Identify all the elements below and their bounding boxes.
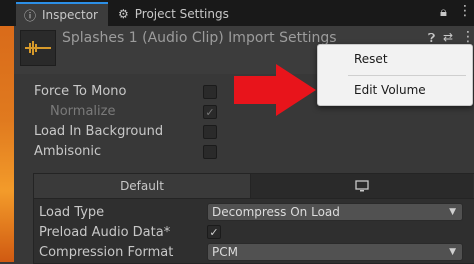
chevron-down-icon: ▼ [449, 207, 456, 217]
compression-format-value: PCM [212, 245, 238, 259]
menu-item-edit-volume[interactable]: Edit Volume [354, 83, 426, 97]
chevron-down-icon: ▼ [449, 247, 456, 257]
monitor-icon [355, 180, 369, 192]
tab-project-settings[interactable]: ⚙ Project Settings [110, 2, 240, 26]
tab-inspector[interactable]: ⓘ Inspector [16, 2, 108, 26]
normalize-checkbox: ✓ [203, 105, 217, 119]
force-to-mono-checkbox[interactable] [203, 85, 217, 99]
load-type-dropdown[interactable]: Decompress On Load ▼ [207, 203, 463, 221]
ambisonic-checkbox[interactable] [203, 145, 217, 159]
side-panel-strip [0, 26, 14, 262]
force-to-mono-label: Force To Mono [34, 84, 127, 99]
ambisonic-label: Ambisonic [34, 144, 102, 159]
context-menu: Reset Edit Volume [317, 44, 473, 106]
tab-default-platform[interactable]: Default [34, 174, 251, 198]
compression-format-label: Compression Format [39, 245, 174, 260]
preload-audio-label: Preload Audio Data* [39, 225, 171, 240]
tab-default-label: Default [120, 179, 164, 193]
tab-project-settings-label: Project Settings [134, 7, 229, 21]
tab-standalone-platform[interactable] [251, 174, 473, 198]
load-type-value: Decompress On Load [212, 205, 340, 219]
tab-inspector-label: Inspector [42, 8, 98, 22]
inspector-icon: ⓘ [24, 8, 37, 23]
preset-icon[interactable]: ⇄ [443, 30, 453, 44]
compression-format-dropdown[interactable]: PCM ▼ [207, 243, 463, 261]
menu-item-reset[interactable]: Reset [354, 52, 388, 66]
load-in-background-checkbox[interactable] [203, 125, 217, 139]
window-tab-bar: ⓘ Inspector ⚙ Project Settings 🔒︎ ⋮ [0, 0, 474, 26]
load-in-background-label: Load In Background [34, 124, 164, 139]
audio-thumbnail [20, 30, 56, 66]
audio-waveform-icon [25, 41, 51, 55]
preload-audio-checkbox[interactable]: ✓ [207, 225, 221, 239]
header-kebab-icon[interactable]: ⋮ [461, 29, 474, 45]
panel-divider [34, 198, 474, 199]
lock-icon[interactable]: 🔒︎ [440, 5, 447, 20]
red-arrow-annotation [234, 64, 316, 116]
gear-icon: ⚙ [118, 7, 129, 21]
load-type-label: Load Type [39, 205, 105, 220]
normalize-label: Normalize [50, 104, 116, 119]
menu-separator [348, 75, 466, 76]
kebab-menu-icon[interactable]: ⋮ [458, 3, 472, 19]
import-settings-title: Splashes 1 (Audio Clip) Import Settings [62, 30, 337, 46]
